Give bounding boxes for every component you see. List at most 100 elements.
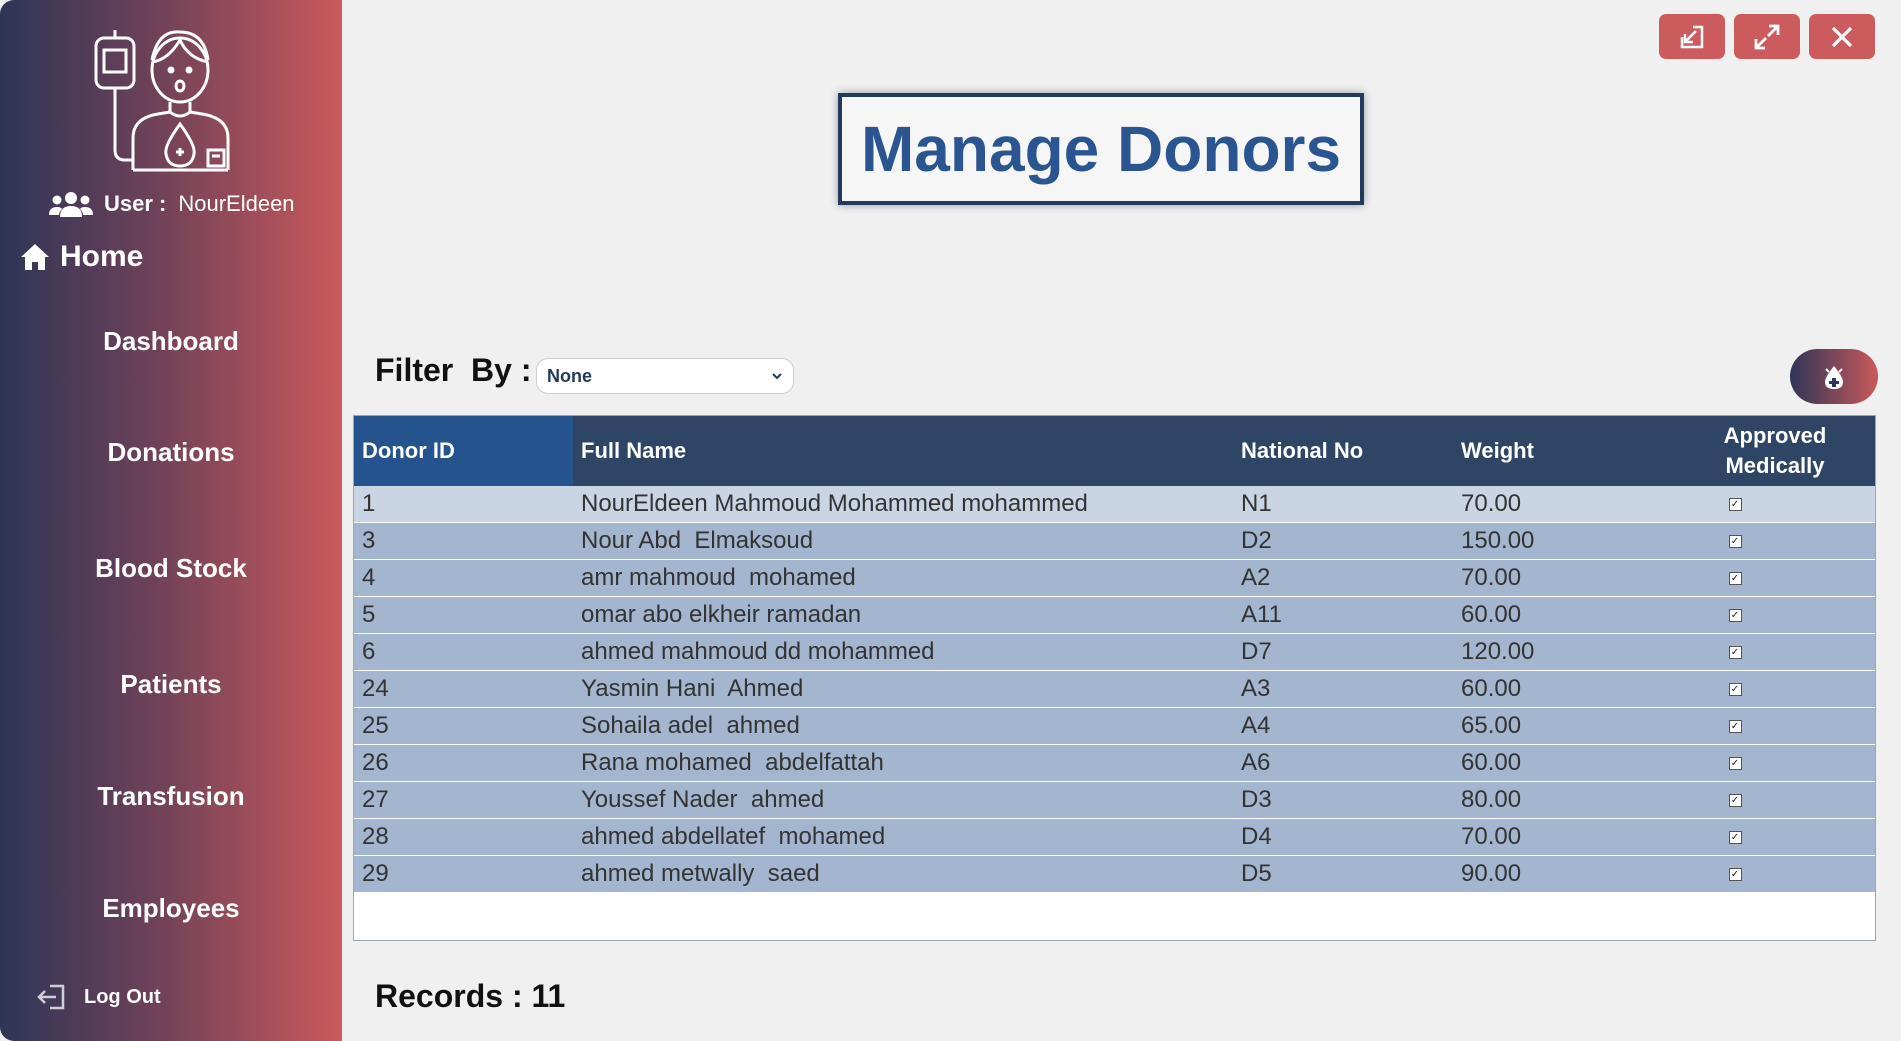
- cell-national-no: A3: [1233, 670, 1453, 708]
- cell-weight: 150.00: [1453, 522, 1673, 560]
- close-button[interactable]: [1809, 14, 1875, 59]
- cell-approved-medically: ✓: [1673, 522, 1875, 560]
- cell-approved-medically: ✓: [1673, 781, 1875, 819]
- column-header-national-no[interactable]: National No: [1233, 416, 1453, 486]
- table-row[interactable]: 1 NourEldeen Mahmoud Mohammed mohammed N1 7…: [354, 486, 1875, 523]
- approved-checkbox[interactable]: ✓: [1728, 572, 1742, 586]
- close-icon: [1831, 26, 1853, 47]
- cell-donor-id: 1: [354, 486, 573, 523]
- page-title-box: Manage Donors: [838, 93, 1364, 205]
- cell-full-name: Nour Abd Elmaksoud: [573, 522, 1233, 560]
- column-header-full-name[interactable]: Full Name: [573, 416, 1233, 486]
- approved-checkbox[interactable]: ✓: [1728, 535, 1742, 549]
- home-icon: [21, 244, 49, 270]
- maximize-icon: [1754, 24, 1780, 49]
- cell-full-name: amr mahmoud mohamed: [573, 559, 1233, 597]
- minimize-button[interactable]: [1659, 14, 1725, 59]
- cell-weight: 120.00: [1453, 633, 1673, 671]
- column-header-approved-medically[interactable]: Approved Medically: [1673, 416, 1875, 486]
- cell-full-name: NourEldeen Mahmoud Mohammed mohammed: [573, 486, 1233, 523]
- cell-national-no: A11: [1233, 596, 1453, 634]
- cell-donor-id: 4: [354, 559, 573, 597]
- approved-checkbox[interactable]: ✓: [1728, 498, 1742, 512]
- table-row[interactable]: 27 Youssef Nader ahmed D3 80.00 ✓: [354, 781, 1875, 819]
- approved-checkbox[interactable]: ✓: [1728, 646, 1742, 660]
- user-name: NourEldeen: [178, 191, 295, 216]
- cell-weight: 70.00: [1453, 559, 1673, 597]
- logout-label: Log Out: [84, 985, 161, 1008]
- cell-national-no: A6: [1233, 744, 1453, 782]
- table-row[interactable]: 28 ahmed abdellatef mohamed D4 70.00 ✓: [354, 818, 1875, 856]
- nav-donations[interactable]: Donations: [0, 437, 342, 468]
- cell-full-name: Rana mohamed abdelfattah: [573, 744, 1233, 782]
- home-link[interactable]: Home: [20, 240, 143, 274]
- user-info: User : NourEldeen: [48, 190, 295, 218]
- maximize-button[interactable]: [1734, 14, 1800, 59]
- cell-weight: 65.00: [1453, 707, 1673, 745]
- approved-checkbox[interactable]: ✓: [1728, 720, 1742, 734]
- cell-donor-id: 29: [354, 855, 573, 893]
- approved-checkbox[interactable]: ✓: [1728, 794, 1742, 808]
- cell-approved-medically: ✓: [1673, 707, 1875, 745]
- table-row[interactable]: 5 omar abo elkheir ramadan A11 60.00 ✓: [354, 596, 1875, 634]
- table-row[interactable]: 4 amr mahmoud mohamed A2 70.00 ✓: [354, 559, 1875, 597]
- cell-approved-medically: ✓: [1673, 818, 1875, 856]
- table-row[interactable]: 24 Yasmin Hani Ahmed A3 60.00 ✓: [354, 670, 1875, 708]
- cell-full-name: Yasmin Hani Ahmed: [573, 670, 1233, 708]
- cell-donor-id: 3: [354, 522, 573, 560]
- chevron-down-icon: [772, 373, 782, 380]
- filter-dropdown[interactable]: None: [536, 358, 794, 394]
- page-title: Manage Donors: [860, 113, 1342, 185]
- cell-donor-id: 25: [354, 707, 573, 745]
- cell-national-no: N1: [1233, 486, 1453, 523]
- logout-button[interactable]: Log Out: [36, 984, 161, 1010]
- add-donor-button[interactable]: [1790, 349, 1878, 404]
- cell-donor-id: 26: [354, 744, 573, 782]
- table-row[interactable]: 6 ahmed mahmoud dd mohammed D7 120.00 ✓: [354, 633, 1875, 671]
- approved-checkbox[interactable]: ✓: [1728, 868, 1742, 882]
- nav-employees[interactable]: Employees: [0, 893, 342, 924]
- cell-weight: 90.00: [1453, 855, 1673, 893]
- users-icon: [49, 192, 93, 217]
- nav-dashboard[interactable]: Dashboard: [0, 326, 342, 357]
- donors-table[interactable]: Donor ID Full Name National No Weight Ap…: [353, 415, 1876, 941]
- column-header-weight[interactable]: Weight: [1453, 416, 1673, 486]
- cell-national-no: D3: [1233, 781, 1453, 819]
- nav-transfusion[interactable]: Transfusion: [0, 781, 342, 812]
- cell-approved-medically: ✓: [1673, 670, 1875, 708]
- minimize-icon: [1680, 25, 1704, 48]
- records-count: Records : 11: [375, 978, 566, 1014]
- user-label: User :: [104, 191, 167, 216]
- approved-checkbox[interactable]: ✓: [1728, 831, 1742, 845]
- cell-national-no: A4: [1233, 707, 1453, 745]
- cell-donor-id: 28: [354, 818, 573, 856]
- cell-approved-medically: ✓: [1673, 559, 1875, 597]
- cell-national-no: D4: [1233, 818, 1453, 856]
- cell-weight: 70.00: [1453, 486, 1673, 523]
- cell-weight: 60.00: [1453, 744, 1673, 782]
- cell-full-name: omar abo elkheir ramadan: [573, 596, 1233, 634]
- logout-icon: [37, 984, 65, 1010]
- table-row[interactable]: 25 Sohaila adel ahmed A4 65.00 ✓: [354, 707, 1875, 745]
- cell-full-name: ahmed abdellatef mohamed: [573, 818, 1233, 856]
- cell-national-no: D7: [1233, 633, 1453, 671]
- cell-donor-id: 24: [354, 670, 573, 708]
- column-header-donor-id[interactable]: Donor ID: [354, 416, 573, 486]
- cell-weight: 70.00: [1453, 818, 1673, 856]
- nav-patients[interactable]: Patients: [0, 669, 342, 700]
- approved-checkbox[interactable]: ✓: [1728, 609, 1742, 623]
- cell-donor-id: 27: [354, 781, 573, 819]
- approved-checkbox[interactable]: ✓: [1728, 683, 1742, 697]
- cell-national-no: D5: [1233, 855, 1453, 893]
- filter-selected-value: None: [547, 365, 592, 386]
- approved-checkbox[interactable]: ✓: [1728, 757, 1742, 771]
- table-row[interactable]: 3 Nour Abd Elmaksoud D2 150.00 ✓: [354, 522, 1875, 560]
- nav-blood-stock[interactable]: Blood Stock: [0, 553, 342, 584]
- cell-full-name: Youssef Nader ahmed: [573, 781, 1233, 819]
- home-label: Home: [60, 240, 144, 273]
- cell-full-name: ahmed metwally saed: [573, 855, 1233, 893]
- cell-donor-id: 6: [354, 633, 573, 671]
- table-row[interactable]: 29 ahmed metwally saed D5 90.00 ✓: [354, 855, 1875, 893]
- table-row[interactable]: 26 Rana mohamed abdelfattah A6 60.00 ✓: [354, 744, 1875, 782]
- cell-national-no: A2: [1233, 559, 1453, 597]
